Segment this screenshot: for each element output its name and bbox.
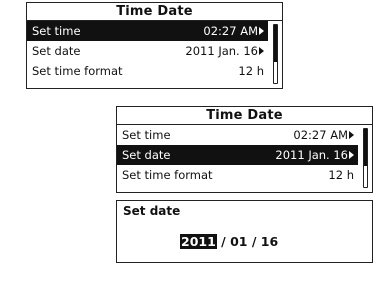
scrollbar[interactable] (273, 24, 278, 84)
menu-item-label: Set time format (32, 64, 123, 78)
menu-item-set-time-format[interactable]: Set time format 12 h (27, 61, 268, 81)
scrollbar-thumb[interactable] (364, 129, 367, 167)
menu-item-value: 02:27 AM (293, 128, 348, 142)
menu-item-label: Set time (32, 24, 81, 38)
menu-item-label: Set date (32, 44, 81, 58)
scrollbar-thumb[interactable] (274, 25, 277, 63)
set-date-editor-screen: Set date 2011 / 01 / 16 (116, 200, 373, 263)
menu-item-set-date[interactable]: Set date 2011 Jan. 16 (27, 41, 268, 61)
chevron-right-icon (349, 151, 354, 159)
chevron-right-icon (259, 27, 264, 35)
date-value-editor: 2011 / 01 / 16 (180, 234, 278, 249)
editor-title: Set date (123, 204, 181, 218)
menu-item-set-time[interactable]: Set time 02:27 AM (27, 21, 268, 41)
menu-list: Set time 02:27 AM Set date 2011 Jan. 16 … (117, 125, 358, 185)
date-separator: / (247, 234, 261, 249)
menu-item-label: Set time (122, 128, 171, 142)
menu-item-set-time[interactable]: Set time 02:27 AM (117, 125, 358, 145)
menu-item-value: 02:27 AM (203, 24, 258, 38)
menu-title: Time Date (117, 107, 372, 125)
menu-item-value: 2011 Jan. 16 (275, 148, 348, 162)
menu-item-set-time-format[interactable]: Set time format 12 h (117, 165, 358, 185)
menu-title: Time Date (27, 3, 282, 21)
date-separator: / (216, 234, 231, 249)
day-field[interactable]: 16 (261, 234, 278, 249)
chevron-right-icon (349, 131, 354, 139)
menu-item-value: 12 h (238, 64, 264, 78)
menu-item-value: 2011 Jan. 16 (185, 44, 258, 58)
time-date-menu-screen-1: Time Date Set time 02:27 AM Set date 201… (26, 2, 283, 89)
menu-list: Set time 02:27 AM Set date 2011 Jan. 16 … (27, 21, 268, 81)
scrollbar[interactable] (363, 128, 368, 188)
menu-item-label: Set time format (122, 168, 213, 182)
time-date-menu-screen-2: Time Date Set time 02:27 AM Set date 201… (116, 106, 373, 193)
year-field[interactable]: 2011 (180, 234, 217, 249)
chevron-right-icon (259, 47, 264, 55)
menu-item-set-date[interactable]: Set date 2011 Jan. 16 (117, 145, 358, 165)
menu-item-label: Set date (122, 148, 171, 162)
menu-item-value: 12 h (328, 168, 354, 182)
month-field[interactable]: 01 (230, 234, 247, 249)
